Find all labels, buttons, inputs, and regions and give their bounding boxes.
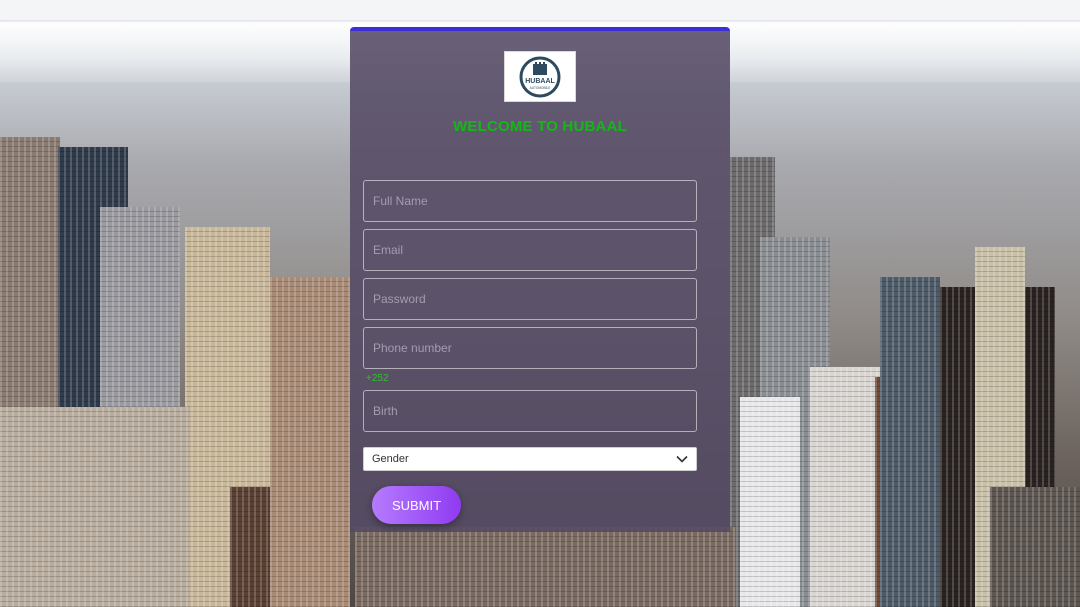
phone-country-code-hint: +252 [366,373,389,384]
logo-emblem-icon: HUBAAL AUTOMOBILE [519,56,561,97]
building [810,367,885,607]
phone-number-field[interactable] [363,327,697,369]
logo-subtext: AUTOMOBILE [530,86,551,90]
building [880,277,940,607]
chevron-down-icon [676,455,688,463]
building [990,487,1080,607]
registration-panel: HUBAAL AUTOMOBILE WELCOME TO HUBAAL +252… [350,27,730,532]
building [740,397,800,607]
welcome-heading: WELCOME TO HUBAAL [453,118,627,135]
building [270,277,350,607]
birth-field[interactable] [363,390,697,432]
logo-text: HUBAAL [525,78,555,85]
gender-select-value: Gender [372,453,409,465]
full-name-field[interactable] [363,180,697,222]
browser-top-bar [0,0,1080,21]
building [355,527,735,607]
submit-button[interactable]: SUBMIT [372,486,461,524]
password-field[interactable] [363,278,697,320]
email-field[interactable] [363,229,697,271]
gender-select[interactable]: Gender [363,447,697,471]
building [0,407,190,607]
brand-logo: HUBAAL AUTOMOBILE [504,51,576,102]
